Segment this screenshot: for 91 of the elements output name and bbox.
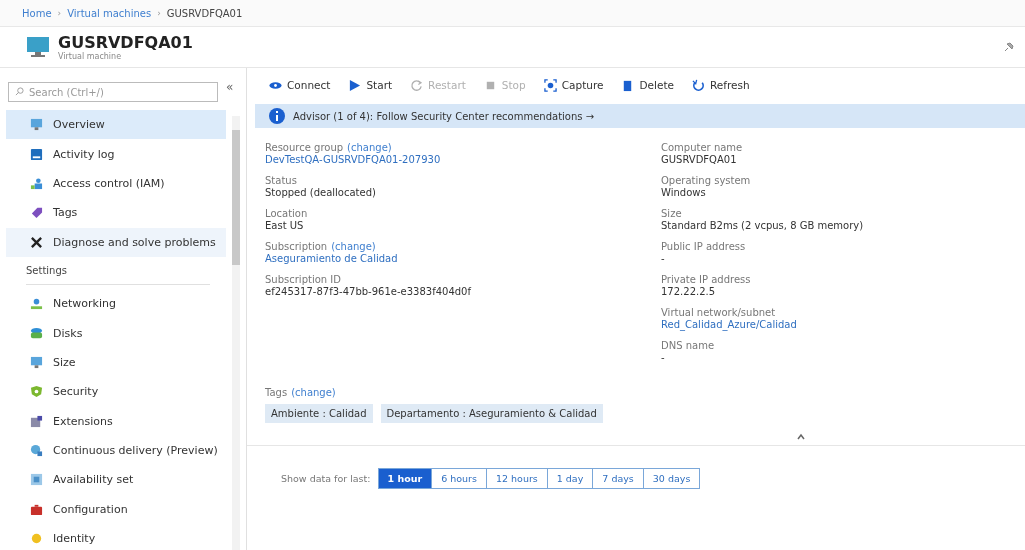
property-label: DNS name <box>661 340 715 351</box>
property-value: Standard B2ms (2 vcpus, 8 GB memory) <box>661 220 865 233</box>
breadcrumb-current: GUSRVDFQA01 <box>166 7 243 19</box>
property-label: Public IP address <box>661 241 746 252</box>
capture-icon <box>543 78 557 92</box>
chevron-up-icon[interactable] <box>797 433 805 441</box>
property-value: Windows <box>661 187 707 200</box>
property-value: GUSRVDFQA01 <box>661 154 738 167</box>
property-label: Tags <box>265 387 288 398</box>
shield-icon <box>30 385 43 399</box>
sidebar-item[interactable]: Overview <box>6 110 226 140</box>
change-link[interactable]: (change) <box>331 241 376 252</box>
toolbar-button[interactable]: Delete <box>621 76 674 94</box>
pin-icon[interactable] <box>1003 41 1015 53</box>
sidebar-item[interactable]: Access control (IAM) <box>6 168 226 199</box>
change-link[interactable]: (change) <box>291 387 336 398</box>
briefcase-icon <box>30 502 43 516</box>
page-subtitle: Virtual machine <box>58 52 123 61</box>
delivery-icon <box>30 444 43 458</box>
property-value: - <box>661 253 666 266</box>
property-label: Private IP address <box>661 274 751 285</box>
sidebar-item[interactable]: Disks <box>6 318 226 348</box>
property-label: Operating system <box>661 175 751 186</box>
collapse-button[interactable]: « <box>226 82 234 92</box>
tag: Ambiente : Calidad <box>265 404 373 423</box>
tools-icon <box>30 235 43 249</box>
time-range-button[interactable]: 1 hour <box>377 468 433 489</box>
property-value: Stopped (deallocated) <box>265 187 377 200</box>
scrollbar[interactable] <box>232 116 240 550</box>
property-label: Computer name <box>661 142 743 153</box>
property-link[interactable]: Aseguramiento de Calidad <box>265 253 661 266</box>
toolbar-button[interactable]: Connect <box>269 76 331 94</box>
property-label: Location <box>265 208 308 219</box>
property-value: ef245317-87f3-47bb-961e-e3383f404d0f <box>265 286 473 299</box>
tag: Departamento : Aseguramiento & Calidad <box>380 404 603 423</box>
monitor-icon <box>26 36 50 58</box>
restart-icon <box>410 78 424 92</box>
advisor-text: Advisor (1 of 4): Follow Security Center recommendations → <box>293 110 595 122</box>
sidebar-item[interactable]: Continuous delivery (Preview) <box>6 435 226 466</box>
advisor-banner[interactable]: Advisor (1 of 4): Follow Security Center recommendations → <box>255 104 1025 128</box>
time-range-button[interactable]: 6 hours <box>431 468 487 489</box>
people-icon <box>30 176 43 190</box>
info-icon <box>269 108 285 124</box>
time-range-button[interactable]: 30 days <box>642 468 701 489</box>
monitor-icon <box>30 118 43 132</box>
sidebar-item[interactable]: Extensions <box>6 406 226 436</box>
property-value: - <box>661 352 666 365</box>
sidebar-item[interactable]: Security <box>6 377 226 407</box>
property-label: Subscription ID <box>265 274 341 285</box>
page-title: GUSRVDFQA01 <box>58 33 194 52</box>
monitor-icon <box>30 355 43 369</box>
property-label: Subscription <box>265 241 328 252</box>
property-label: Status <box>265 175 297 186</box>
property-value: 172.22.2.5 <box>661 286 717 299</box>
sidebar-item[interactable]: Tags <box>6 198 226 228</box>
sidebar-item[interactable]: Configuration <box>6 494 226 525</box>
sidebar-item[interactable]: Availability set <box>6 465 226 495</box>
change-link[interactable]: (change) <box>347 142 392 153</box>
property-label: Size <box>661 208 682 219</box>
refresh-icon <box>691 78 705 92</box>
sidebar-item[interactable]: Networking <box>6 288 226 319</box>
sidebar-item[interactable]: Diagnose and solve problems <box>6 227 226 257</box>
network-icon <box>30 297 43 311</box>
search-icon <box>15 87 24 96</box>
property-label: Resource group <box>265 142 344 153</box>
property-link[interactable]: Red_Calidad_Azure/Calidad <box>661 319 1025 332</box>
property-link[interactable]: DevTestQA-GUSRVDFQA01-207930 <box>265 154 661 167</box>
breadcrumb-separator: › <box>157 8 161 18</box>
time-range-button[interactable]: 12 hours <box>485 468 548 489</box>
time-range-button[interactable]: 7 days <box>592 468 644 489</box>
disk-icon <box>30 326 43 340</box>
breadcrumb-link[interactable]: Home <box>22 7 52 19</box>
log-icon <box>30 147 43 161</box>
breadcrumb-separator: › <box>57 8 62 18</box>
sidebar-item[interactable]: Activity log <box>6 139 226 169</box>
sidebar-item[interactable]: Size <box>6 347 226 378</box>
toolbar-button[interactable]: Start <box>348 76 393 94</box>
toolbar-button[interactable]: Capture <box>543 76 604 94</box>
breadcrumb-link[interactable]: Virtual machines <box>67 7 152 19</box>
section-heading: Settings <box>26 264 210 285</box>
range-label: Show data for last: <box>281 473 371 484</box>
tag-icon <box>30 206 43 220</box>
property-label: Virtual network/subnet <box>661 307 776 318</box>
extensions-icon <box>30 414 43 428</box>
search-field[interactable]: Search (Ctrl+/) <box>8 82 218 102</box>
availability-icon <box>30 473 43 487</box>
sidebar-item[interactable]: Identity <box>6 524 226 550</box>
play-icon <box>348 78 362 92</box>
time-range-button[interactable]: 1 day <box>546 468 594 489</box>
property-value: East US <box>265 220 305 233</box>
toolbar-button[interactable]: Refresh <box>691 76 750 94</box>
